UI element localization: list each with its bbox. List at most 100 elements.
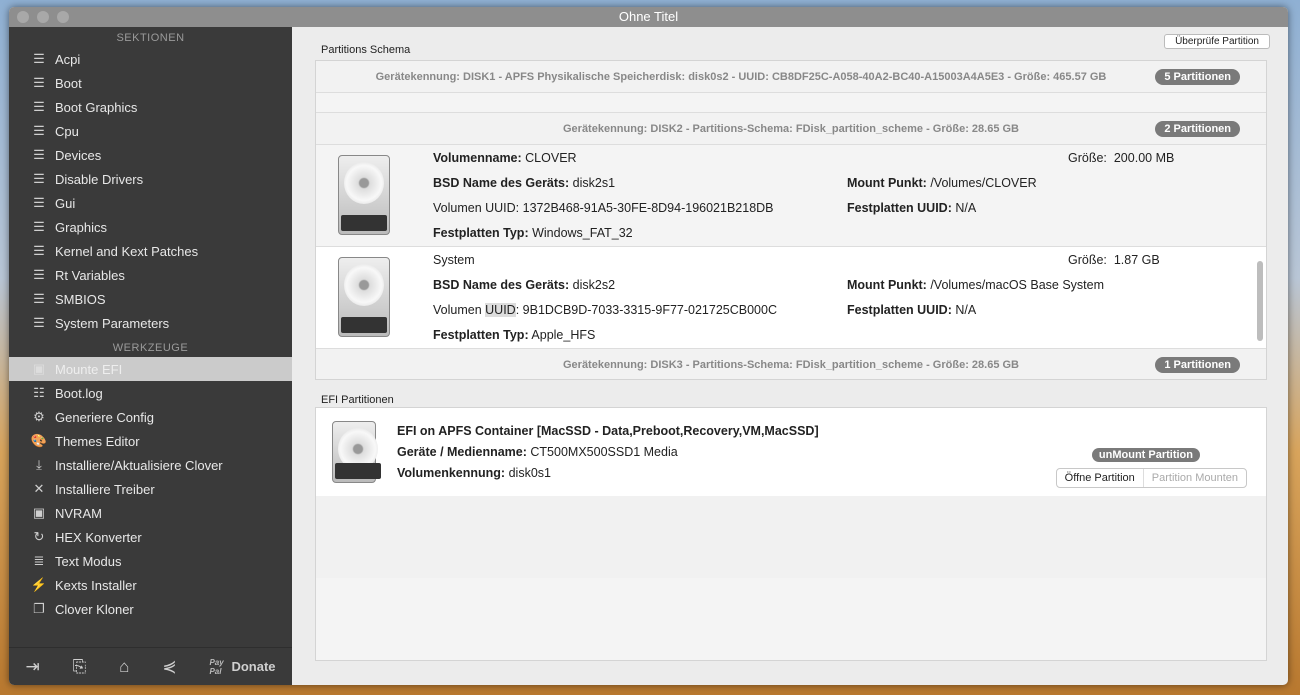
sidebar-item[interactable]: ☰ System Parameters <box>9 311 292 335</box>
tool-item-label: HEX Konverter <box>55 529 142 545</box>
partition-count-badge: 5 Partitionen <box>1155 68 1240 85</box>
partition-count-badge: 1 Partitionen <box>1155 356 1240 373</box>
tool-item[interactable]: ☷ Boot.log <box>9 381 292 405</box>
text-icon: ≣ <box>33 553 45 568</box>
sidebar-item[interactable]: ☰ Devices <box>9 143 292 167</box>
disk-header-text: Gerätekennung: DISK3 - Partitions-Schema… <box>562 358 1019 371</box>
partitions-list[interactable]: Gerätekennung: DISK1 - APFS Physikalisch… <box>315 60 1267 380</box>
sidebar-item[interactable]: ☰ Rt Variables <box>9 263 292 287</box>
efi-row[interactable]: EFI on APFS Container [MacSSD - Data,Pre… <box>316 408 1266 496</box>
clone-icon: ❐ <box>33 601 45 616</box>
sidebar-item-label: Boot <box>55 75 82 91</box>
hard-disk-icon <box>338 155 390 235</box>
field-label: Volumen UUID: <box>433 201 520 215</box>
sidebar-footer: ⇥ ⎘ ⌂ ⋞ Pay Pal Donate <box>9 647 292 685</box>
type-value: Windows_FAT_32 <box>532 226 633 240</box>
tool-item[interactable]: ▣ NVRAM <box>9 501 292 525</box>
partition-row[interactable]: Volumenname: CLOVER Größe: 200.00 MB BSD… <box>316 145 1266 247</box>
tool-item[interactable]: ⤓ Installiere/Aktualisiere Clover <box>9 453 292 477</box>
clipped-row <box>316 93 1266 113</box>
efi-title: EFI on APFS Container [MacSSD - Data,Pre… <box>397 424 819 438</box>
uuid-value: 1372B468-91A5-30FE-8D94-196021B218DB <box>522 201 774 215</box>
list-icon: ☰ <box>33 195 45 210</box>
tool-item-label: NVRAM <box>55 505 102 521</box>
tool-item-label: Boot.log <box>55 385 103 401</box>
title-bar: Ohne Titel <box>9 7 1288 27</box>
sidebar-item[interactable]: ☰ SMBIOS <box>9 287 292 311</box>
tool-item[interactable]: ⚡ Kexts Installer <box>9 573 292 597</box>
disk3-header: Gerätekennung: DISK3 - Partitions-Schema… <box>316 349 1266 379</box>
field-label: Volumenname: <box>433 151 522 165</box>
disk-header-text: Gerätekennung: DISK1 - APFS Physikalisch… <box>375 70 1107 83</box>
sidebar-item[interactable]: ☰ Acpi <box>9 47 292 71</box>
tool-item-label: Kexts Installer <box>55 577 137 593</box>
paypal-logo: Pay Pal <box>209 657 224 676</box>
tool-item[interactable]: ▣ Mounte EFI <box>9 357 292 381</box>
download-icon: ⤓ <box>36 457 42 472</box>
field-label: Größe: <box>1068 151 1107 165</box>
check-partition-button[interactable]: Überprüfe Partition <box>1164 34 1270 49</box>
sidebar: SEKTIONEN ☰ Acpi ☰ Boot ☰ Boot Graphics ☰ Cpu ☰ D… <box>9 27 292 685</box>
sidebar-item[interactable]: ☰ Boot <box>9 71 292 95</box>
chip-icon: ▣ <box>32 505 46 520</box>
hard-disk-icon <box>338 257 390 337</box>
tool-item[interactable]: ↻ HEX Konverter <box>9 525 292 549</box>
export-icon[interactable]: ⎘ <box>73 657 87 677</box>
sidebar-item-label: Disable Drivers <box>55 171 144 187</box>
size-value: 1.87 GB <box>1113 253 1160 267</box>
sidebar-item[interactable]: ☰ Disable Drivers <box>9 167 292 191</box>
sidebar-item[interactable]: ☰ Kernel and Kext Patches <box>9 239 292 263</box>
main-panel: Partitions Schema Überprüfe Partition Ge… <box>292 27 1288 685</box>
sidebar-item[interactable]: ☰ Graphics <box>9 215 292 239</box>
hard-disk-icon <box>332 421 381 483</box>
minimize-button[interactable] <box>37 11 49 23</box>
bsd-value: disk2s1 <box>572 176 616 190</box>
volume-id-value: disk0s1 <box>508 466 551 480</box>
zoom-button[interactable] <box>57 11 69 23</box>
sidebar-item[interactable]: ☰ Gui <box>9 191 292 215</box>
mount-value: /Volumes/macOS Base System <box>930 278 1105 292</box>
sidebar-item-label: Acpi <box>55 51 81 67</box>
sidebar-item[interactable]: ☰ Boot Graphics <box>9 95 292 119</box>
tool-item-label: Installiere Treiber <box>55 481 155 497</box>
sidebar-item[interactable]: ☰ Cpu <box>9 119 292 143</box>
home-icon[interactable]: ⌂ <box>119 657 129 677</box>
field-label: Festplatten Typ: <box>433 328 529 342</box>
sidebar-item-label: Kernel and Kext Patches <box>55 243 199 259</box>
tool-item-label: Clover Kloner <box>55 601 134 617</box>
disk-icon: ▣ <box>32 361 46 376</box>
list-icon: ☰ <box>33 291 45 306</box>
tool-item[interactable]: ⚙ Generiere Config <box>9 405 292 429</box>
tool-item[interactable]: ❐ Clover Kloner <box>9 597 292 621</box>
partition-row[interactable]: System Größe: 1.87 GB BSD Name des Gerät… <box>316 247 1266 349</box>
list-icon: ☰ <box>33 123 45 138</box>
unmount-partition-button[interactable]: unMount Partition <box>1091 448 1200 462</box>
scrollbar[interactable] <box>1257 261 1263 341</box>
donate-button[interactable]: Pay Pal Donate <box>209 658 275 676</box>
list-icon: ☰ <box>33 75 45 90</box>
tool-item[interactable]: ✕ Installiere Treiber <box>9 477 292 501</box>
field-label: BSD Name des Geräts: <box>433 176 570 190</box>
field-label: Volumenkennung: <box>397 466 506 480</box>
field-label: BSD Name des Geräts: <box>433 278 570 292</box>
sidebar-item-label: Devices <box>55 147 102 163</box>
tool-item[interactable]: 🎨 Themes Editor <box>9 429 292 453</box>
close-button[interactable] <box>17 11 29 23</box>
field-label: Festplatten UUID: <box>847 201 952 215</box>
share-icon[interactable]: ⋞ <box>162 657 176 677</box>
selected-text: UUID <box>485 303 516 317</box>
field-label: Mount Punkt: <box>847 176 927 190</box>
partition-actions: Öffne Partition Partition Mounten <box>1055 468 1247 488</box>
tool-item-label: Mounte EFI <box>55 361 123 377</box>
efi-label: EFI Partitionen <box>321 394 394 406</box>
open-partition-button[interactable]: Öffne Partition <box>1057 469 1143 487</box>
import-icon[interactable]: ⇥ <box>25 657 39 677</box>
field-label: Festplatten UUID: <box>847 303 952 317</box>
sidebar-item-label: Rt Variables <box>55 267 125 283</box>
field-label: Volumen <box>433 303 482 317</box>
mount-partition-button[interactable]: Partition Mounten <box>1142 469 1246 487</box>
tool-item[interactable]: ≣ Text Modus <box>9 549 292 573</box>
list-icon: ☰ <box>33 147 45 162</box>
tool-item-label: Installiere/Aktualisiere Clover <box>55 457 223 473</box>
field-label: Größe: <box>1068 253 1107 267</box>
